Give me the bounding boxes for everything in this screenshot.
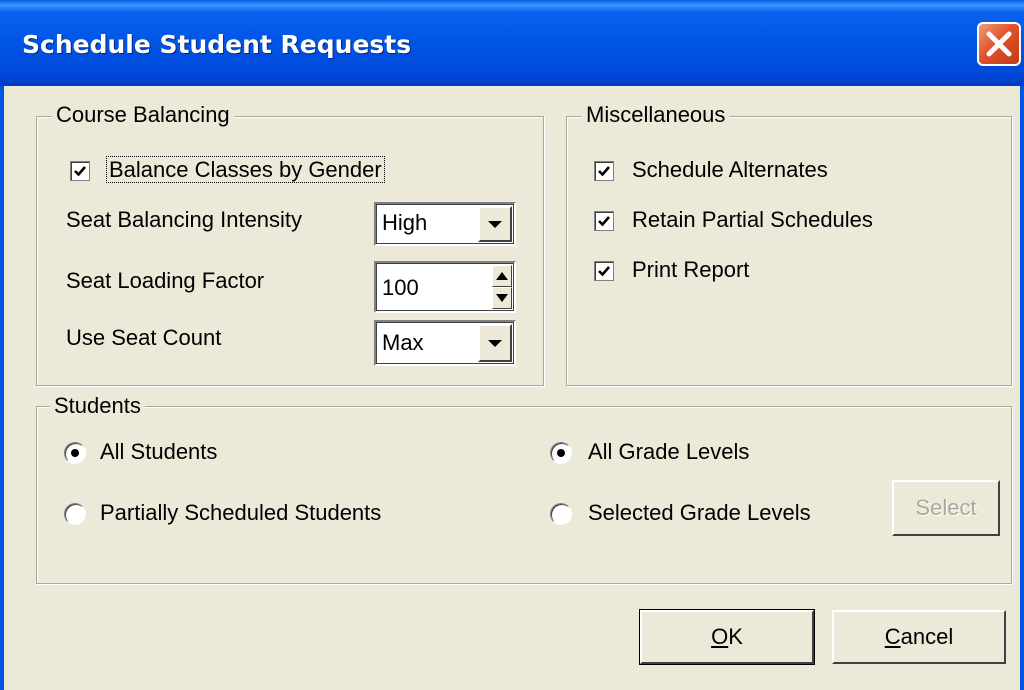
miscellaneous-legend: Miscellaneous (582, 102, 730, 128)
all-students-radio[interactable] (64, 442, 86, 464)
balance-by-gender-label[interactable]: Balance Classes by Gender (106, 156, 385, 183)
ok-button[interactable]: OK (639, 609, 815, 665)
course-balancing-legend: Course Balancing (52, 102, 234, 128)
seat-loading-factor-spinner[interactable]: 100 (374, 261, 516, 313)
spin-up-button[interactable] (492, 265, 512, 287)
spin-down-button[interactable] (492, 287, 512, 309)
dropdown-button[interactable] (478, 206, 512, 242)
check-icon (74, 166, 86, 177)
radio-dot (557, 449, 565, 457)
check-icon (598, 266, 610, 277)
all-students-label[interactable]: All Students (100, 439, 217, 465)
check-icon (598, 216, 610, 227)
radio-dot (71, 449, 79, 457)
selected-grade-levels-radio[interactable] (550, 503, 572, 525)
all-grade-levels-radio[interactable] (550, 442, 572, 464)
schedule-alternates-label[interactable]: Schedule Alternates (632, 157, 828, 183)
close-icon (986, 31, 1012, 57)
arrow-down-icon (496, 294, 508, 302)
use-seat-count-value: Max (382, 330, 424, 355)
partially-scheduled-label[interactable]: Partially Scheduled Students (100, 500, 381, 526)
chevron-down-icon (488, 221, 502, 228)
dropdown-button[interactable] (478, 324, 512, 362)
seat-loading-factor-label: Seat Loading Factor (66, 268, 265, 293)
partially-scheduled-radio[interactable] (64, 503, 86, 525)
seat-balancing-intensity-dropdown[interactable]: High (374, 202, 516, 246)
students-legend: Students (50, 393, 145, 419)
check-icon (598, 166, 610, 177)
balance-by-gender-checkbox[interactable] (70, 161, 90, 181)
use-seat-count-dropdown[interactable]: Max (374, 320, 516, 366)
select-button-label: Select (915, 495, 977, 520)
seat-loading-factor-value: 100 (382, 275, 419, 300)
print-report-checkbox[interactable] (594, 261, 614, 281)
cancel-button[interactable]: Cancel (832, 610, 1006, 664)
students-group (36, 406, 1012, 584)
seat-balancing-intensity-value: High (382, 210, 428, 235)
print-report-label[interactable]: Print Report (632, 257, 749, 283)
all-grade-levels-label[interactable]: All Grade Levels (588, 439, 749, 465)
selected-grade-levels-label[interactable]: Selected Grade Levels (588, 500, 811, 526)
use-seat-count-label: Use Seat Count (66, 325, 222, 350)
title-bar[interactable]: Schedule Student Requests (0, 0, 1024, 86)
select-grade-levels-button[interactable]: Select (892, 480, 1000, 536)
seat-balancing-intensity-label: Seat Balancing Intensity (66, 207, 303, 232)
retain-partial-schedules-label[interactable]: Retain Partial Schedules (632, 207, 873, 233)
window-title: Schedule Student Requests (22, 30, 412, 59)
retain-partial-schedules-checkbox[interactable] (594, 211, 614, 231)
ok-button-label: OK (711, 624, 743, 649)
cancel-button-label: Cancel (884, 624, 954, 649)
close-button[interactable] (977, 22, 1021, 66)
arrow-up-icon (496, 272, 508, 280)
schedule-alternates-checkbox[interactable] (594, 161, 614, 181)
chevron-down-icon (488, 340, 502, 347)
